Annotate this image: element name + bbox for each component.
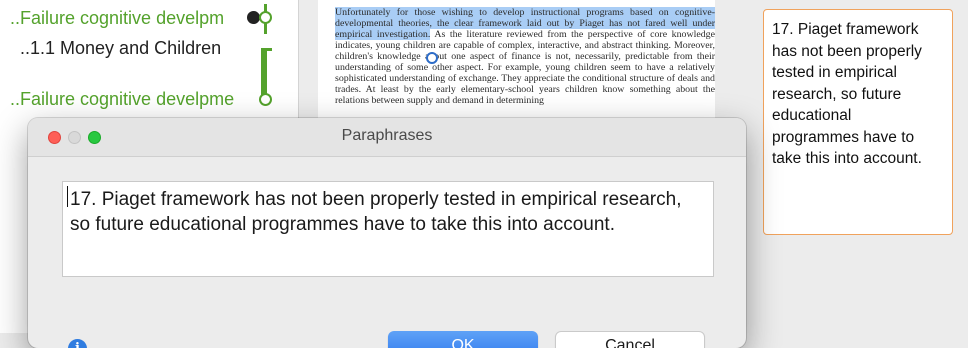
- document-body-text: As the literature reviewed from the pers…: [335, 29, 715, 106]
- code-item-money-and-children[interactable]: ..1.1 Money and Children: [20, 38, 221, 59]
- paraphrase-card-text: 17. Piaget framework has not been proper…: [772, 21, 922, 167]
- paraphrase-card[interactable]: 17. Piaget framework has not been proper…: [763, 9, 953, 235]
- memo-panel: 17. Piaget framework has not been proper…: [717, 0, 968, 333]
- selection-end-handle[interactable]: [426, 52, 438, 64]
- document-text[interactable]: Unfortunately for those wishing to devel…: [335, 7, 715, 106]
- paraphrases-dialog: Paraphrases 17. Piaget framework has not…: [28, 118, 746, 348]
- dialog-titlebar[interactable]: Paraphrases: [28, 118, 746, 157]
- code-item-failure-cognitive-1[interactable]: ..Failure cognitive develpm: [10, 8, 224, 29]
- text-caret: [67, 186, 68, 207]
- paraphrase-text-field[interactable]: 17. Piaget framework has not been proper…: [62, 181, 714, 277]
- ok-button[interactable]: OK: [388, 331, 538, 348]
- paraphrase-text-value: 17. Piaget framework has not been proper…: [70, 189, 682, 235]
- cancel-button[interactable]: Cancel: [555, 331, 705, 348]
- code-item-failure-cognitive-2[interactable]: ..Failure cognitive develpme: [10, 89, 234, 110]
- dialog-title: Paraphrases: [341, 127, 433, 144]
- info-icon[interactable]: i: [68, 339, 87, 348]
